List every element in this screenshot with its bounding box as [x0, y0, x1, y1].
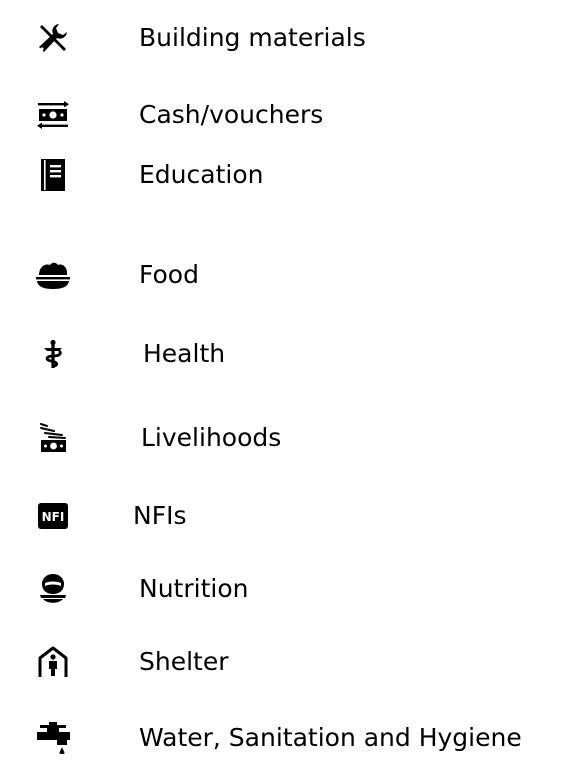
- tools-icon: [36, 18, 70, 58]
- shelter-icon: [36, 642, 70, 682]
- legend-item-wash: Water, Sanitation and Hygiene: [0, 718, 566, 758]
- legend-label: NFIs: [133, 501, 187, 530]
- legend-label: Building materials: [139, 23, 366, 52]
- legend-item-nutrition: Nutrition: [0, 569, 566, 609]
- legend-label: Education: [139, 160, 264, 189]
- legend-label: Cash/vouchers: [139, 100, 324, 129]
- legend-item-education: Education: [0, 155, 566, 195]
- legend-item-livelihoods: Livelihoods: [0, 418, 566, 458]
- legend-item-cash-vouchers: Cash/vouchers: [0, 95, 566, 135]
- cash-transfer-icon: [36, 95, 70, 135]
- legend-label: Health: [143, 339, 226, 368]
- legend-item-building-materials: Building materials: [0, 18, 566, 58]
- legend-label: Nutrition: [139, 574, 249, 603]
- legend-label: Livelihoods: [141, 423, 282, 452]
- legend-item-health: Health: [0, 334, 566, 374]
- livelihoods-icon: [36, 418, 70, 458]
- food-bowl-icon: [36, 255, 70, 295]
- nutrition-icon: [36, 569, 70, 609]
- education-book-icon: [36, 155, 70, 195]
- legend-item-shelter: Shelter: [0, 642, 566, 682]
- nfi-icon: NFI: [36, 496, 70, 536]
- legend-label: Food: [139, 260, 199, 289]
- health-caduceus-icon: [36, 334, 70, 374]
- legend-item-food: Food: [0, 255, 566, 295]
- water-tap-icon: [36, 718, 70, 758]
- legend-label: Shelter: [139, 647, 229, 676]
- svg-text:NFI: NFI: [42, 510, 65, 524]
- legend-item-nfis: NFI NFIs: [0, 496, 566, 536]
- legend-label: Water, Sanitation and Hygiene: [139, 723, 522, 752]
